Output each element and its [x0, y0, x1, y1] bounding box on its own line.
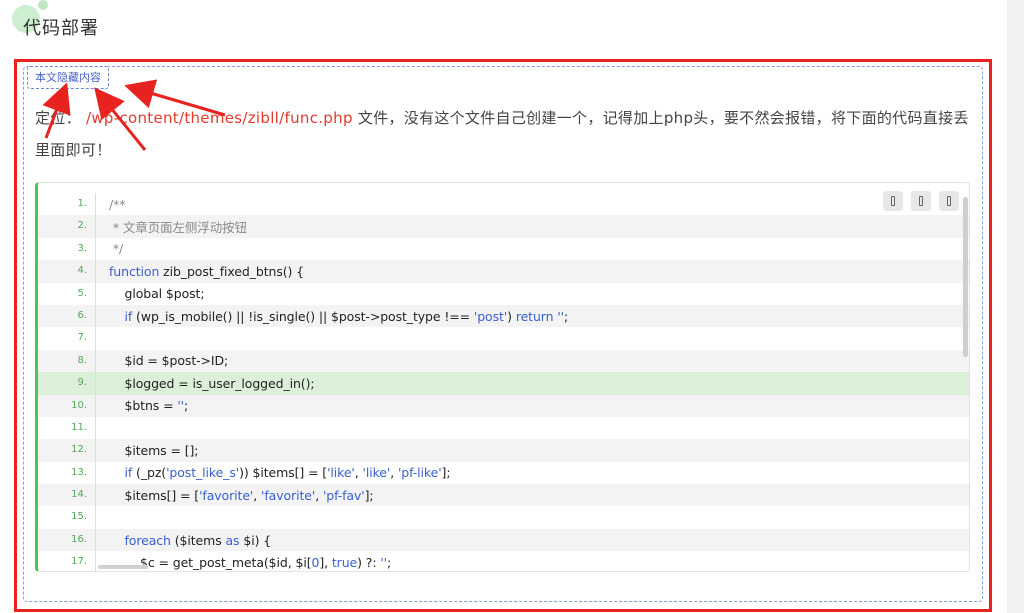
code-block: 1./** 2. * 文章页面左侧浮动按钮 3. */4. function zib_… [35, 182, 970, 572]
line-number: 13. [38, 461, 96, 485]
file-path: /wp-content/themes/zibll/func.php [85, 109, 353, 127]
line-number: 7. [38, 327, 96, 350]
code-text: */ [109, 241, 124, 257]
copy-icon[interactable] [911, 191, 931, 211]
line-number: 5. [38, 282, 96, 305]
copy-icon[interactable] [939, 191, 959, 211]
code-text: if (_pz('post_like_s')) $items[] = ['lik… [124, 465, 451, 481]
line-number: 2. [38, 215, 96, 238]
code-line: 10. $btns = ''; [38, 394, 969, 417]
line-number: 1. [38, 193, 96, 216]
code-line: 6. if (wp_is_mobile() || !is_single() ||… [38, 304, 969, 328]
line-number: 8. [38, 349, 96, 373]
code-line: 11. [38, 416, 969, 440]
line-number: 14. [38, 484, 96, 507]
code-text: foreach ($items as $i) { [124, 532, 272, 548]
title-decoration-dot [38, 0, 48, 10]
code-line: 9. $logged = is_user_logged_in(); [38, 372, 969, 395]
hidden-content-badge: 本文隐藏内容 [27, 66, 109, 89]
page-scrollbar[interactable] [1007, 0, 1024, 613]
code-line: 2. * 文章页面左侧浮动按钮 [38, 215, 969, 238]
code-text: if (wp_is_mobile() || !is_single() || $p… [124, 308, 569, 324]
line-number: 15. [38, 506, 96, 529]
paragraph-prefix: 定位： [35, 109, 81, 127]
code-text: $btns = ''; [109, 398, 189, 414]
code-text: global $post; [109, 286, 205, 302]
code-text: * 文章页面左侧浮动按钮 [109, 220, 247, 236]
code-line: 3. */ [38, 237, 969, 261]
code-line: 15. [38, 506, 969, 529]
code-vertical-scrollbar[interactable] [963, 197, 968, 357]
code-text: function zib_post_fixed_btns() { [109, 263, 305, 279]
code-text: $id = $post->ID; [109, 353, 229, 369]
line-number: 9. [38, 372, 96, 395]
code-line: 8. $id = $post->ID; [38, 349, 969, 373]
code-line: 12. $items = []; [38, 439, 969, 462]
code-horizontal-scrollbar[interactable] [98, 565, 148, 569]
copy-icon[interactable] [883, 191, 903, 211]
line-number: 16. [38, 528, 96, 552]
code-line: 1. /** [38, 193, 969, 216]
code-text: /** [109, 196, 126, 212]
code-line: 17. $c = get_post_meta($id, $i[0], true)… [38, 551, 969, 571]
line-number: 17. [38, 551, 96, 571]
line-number: 10. [38, 394, 96, 417]
code-line: 14. $items[] = ['favorite', 'favorite', … [38, 484, 969, 507]
code-line: 13. if (_pz('post_like_s')) $items[] = [… [38, 461, 969, 485]
code-line: 5. global $post; [38, 282, 969, 305]
line-number: 4. [38, 260, 96, 283]
code-text: $items = []; [109, 442, 199, 458]
location-paragraph: 定位： /wp-content/themes/zibll/func.php 文件… [35, 102, 970, 166]
code-text: $logged = is_user_logged_in(); [109, 375, 315, 391]
line-number: 11. [38, 416, 96, 440]
code-text: $items[] = ['favorite', 'favorite', 'pf-… [109, 487, 374, 503]
section-title: 代码部署 [23, 18, 99, 39]
line-number: 3. [38, 237, 96, 261]
code-line: 7. [38, 327, 969, 350]
code-line: 4. function zib_post_fixed_btns() { [38, 260, 969, 283]
code-line: 16. foreach ($items as $i) { [38, 528, 969, 552]
line-number: 6. [38, 304, 96, 328]
code-toolbar [883, 191, 959, 211]
line-number: 12. [38, 439, 96, 462]
code-lines: 1./** 2. * 文章页面左侧浮动按钮 3. */4. function zib_… [38, 193, 969, 571]
